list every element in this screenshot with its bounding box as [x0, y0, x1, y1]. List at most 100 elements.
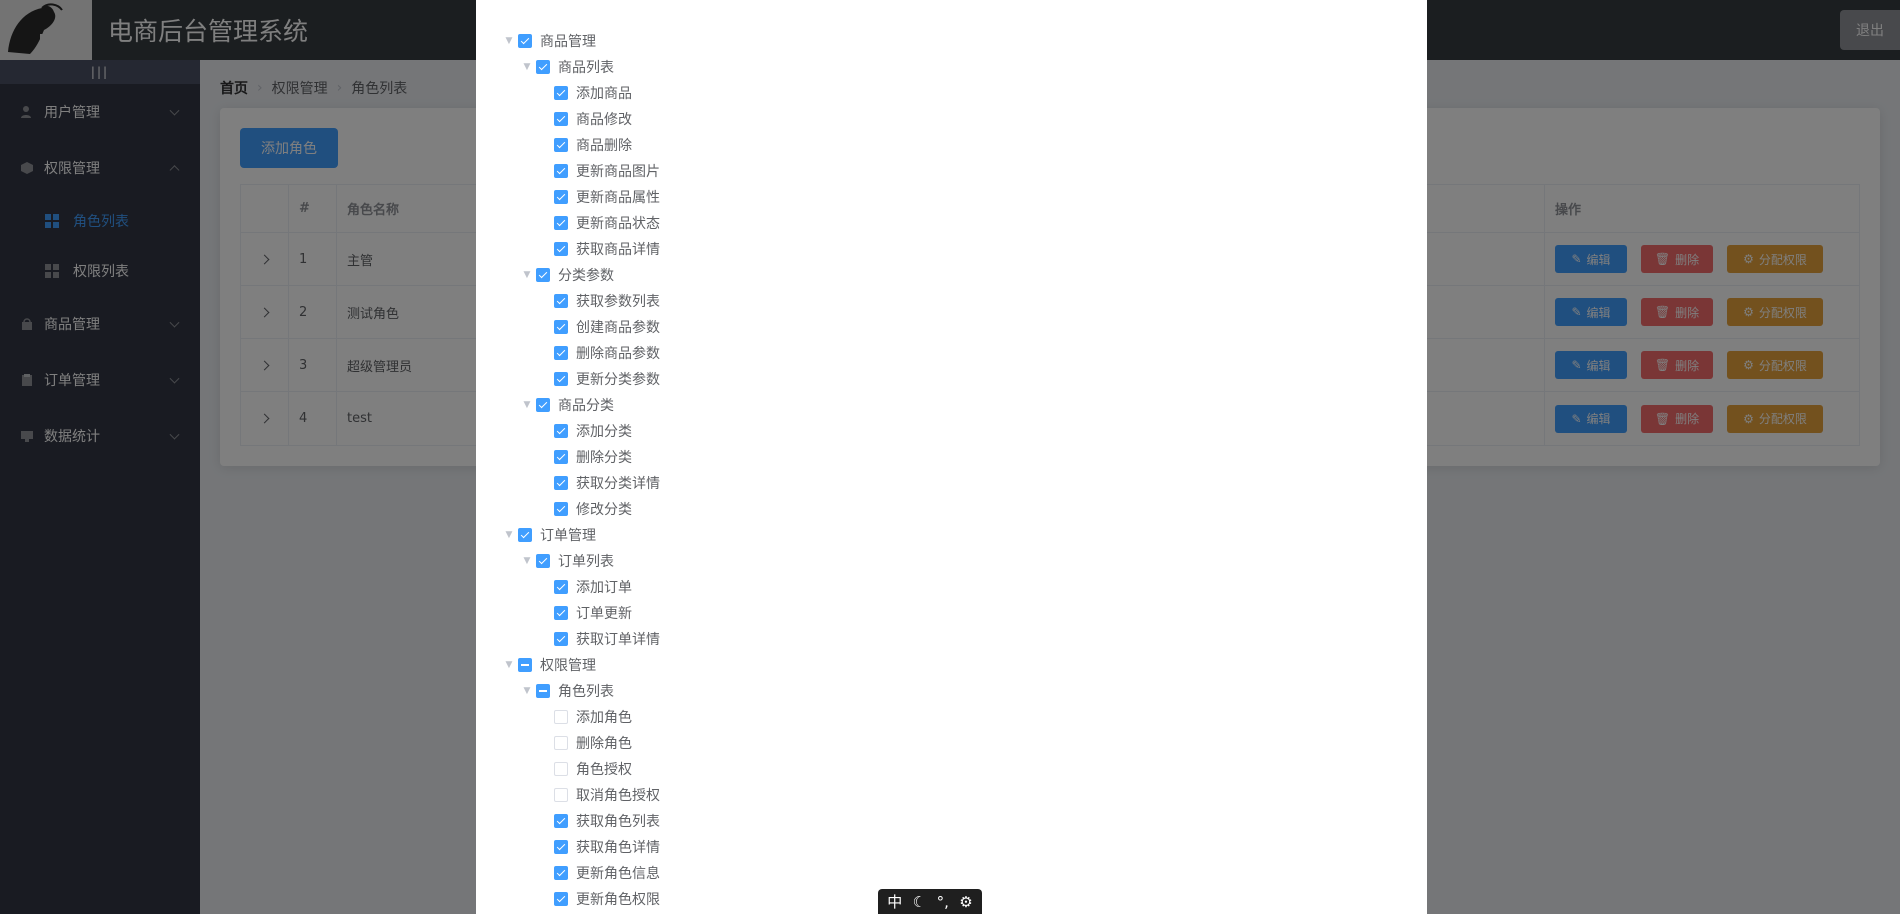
- caret-down-icon[interactable]: ▼: [500, 32, 518, 50]
- tree-node[interactable]: ▼添加商品: [500, 80, 660, 106]
- tree-node[interactable]: ▼更新商品状态: [500, 210, 660, 236]
- tree-checkbox[interactable]: [518, 34, 532, 48]
- caret-down-icon[interactable]: ▼: [518, 396, 536, 414]
- tree-node[interactable]: ▼更新商品属性: [500, 184, 660, 210]
- tree-checkbox[interactable]: [554, 164, 568, 178]
- tree-node[interactable]: ▼ 订单列表: [500, 548, 660, 574]
- tree-node[interactable]: ▼添加角色: [500, 704, 660, 730]
- tree-node[interactable]: ▼创建商品参数: [500, 314, 660, 340]
- tree-checkbox[interactable]: [554, 606, 568, 620]
- caret-down-icon[interactable]: ▼: [518, 682, 536, 700]
- tree-node-label: 获取参数列表: [576, 294, 660, 310]
- tree-node[interactable]: ▼获取参数列表: [500, 288, 660, 314]
- tree-node-label: 订单列表: [558, 554, 614, 570]
- tree-node[interactable]: ▼更新分类参数: [500, 366, 660, 392]
- tree-checkbox[interactable]: [554, 736, 568, 750]
- tree-node[interactable]: ▼ 分类参数: [500, 262, 660, 288]
- tree-node-label: 权限管理: [540, 658, 596, 674]
- tree-node[interactable]: ▼添加分类: [500, 418, 660, 444]
- tree-node[interactable]: ▼更新商品图片: [500, 158, 660, 184]
- tree-node[interactable]: ▼获取分类详情: [500, 470, 660, 496]
- tree-checkbox[interactable]: [554, 502, 568, 516]
- tree-node[interactable]: ▼ 权限管理: [500, 652, 660, 678]
- tree-checkbox[interactable]: [536, 60, 550, 74]
- tree-node[interactable]: ▼获取订单详情: [500, 626, 660, 652]
- tree-node[interactable]: ▼删除分类: [500, 444, 660, 470]
- tree-node-label: 角色列表: [558, 684, 614, 700]
- tree-node[interactable]: ▼ 商品列表: [500, 54, 660, 80]
- tree-node[interactable]: ▼获取角色列表: [500, 808, 660, 834]
- caret-down-icon[interactable]: ▼: [518, 58, 536, 76]
- tree-checkbox[interactable]: [554, 710, 568, 724]
- tree-node[interactable]: ▼商品删除: [500, 132, 660, 158]
- tree-checkbox[interactable]: [536, 684, 550, 698]
- tree-checkbox[interactable]: [554, 372, 568, 386]
- tree-checkbox[interactable]: [554, 814, 568, 828]
- tree-node-label: 更新角色权限: [576, 892, 660, 908]
- tree-checkbox[interactable]: [536, 554, 550, 568]
- tree-node-label: 更新商品属性: [576, 190, 660, 206]
- tree-checkbox[interactable]: [554, 294, 568, 308]
- tree-node-label: 获取角色列表: [576, 814, 660, 830]
- ime-language-toggle[interactable]: 中: [887, 891, 902, 912]
- tree-node[interactable]: ▼更新角色权限: [500, 886, 660, 912]
- tree-checkbox[interactable]: [554, 216, 568, 230]
- tree-node[interactable]: ▼ 商品管理: [500, 28, 660, 54]
- caret-down-icon[interactable]: ▼: [500, 656, 518, 674]
- tree-node[interactable]: ▼ 订单管理: [500, 522, 660, 548]
- tree-checkbox[interactable]: [554, 866, 568, 880]
- tree-node-label: 删除商品参数: [576, 346, 660, 362]
- assign-permissions-dialog: ▼商品管理▼商品列表▼添加商品▼商品修改▼商品删除▼更新商品图片▼更新商品属性▼…: [476, 0, 1427, 914]
- tree-node-label: 订单更新: [576, 606, 632, 622]
- moon-icon[interactable]: ☾: [913, 893, 926, 911]
- tree-node[interactable]: ▼修改分类: [500, 496, 660, 522]
- tree-checkbox[interactable]: [554, 892, 568, 906]
- tree-node[interactable]: ▼获取角色详情: [500, 834, 660, 860]
- tree-checkbox[interactable]: [554, 424, 568, 438]
- caret-down-icon[interactable]: ▼: [518, 552, 536, 570]
- tree-node[interactable]: ▼角色授权: [500, 756, 660, 782]
- tree-node-label: 商品删除: [576, 138, 632, 154]
- tree-checkbox[interactable]: [536, 398, 550, 412]
- caret-down-icon[interactable]: ▼: [500, 526, 518, 544]
- tree-node[interactable]: ▼获取商品详情: [500, 236, 660, 262]
- punctuation-icon[interactable]: °,: [937, 893, 949, 911]
- tree-checkbox[interactable]: [554, 450, 568, 464]
- tree-node[interactable]: ▼取消角色授权: [500, 782, 660, 808]
- tree-node-label: 商品列表: [558, 60, 614, 76]
- tree-node-label: 角色授权: [576, 762, 632, 778]
- tree-checkbox[interactable]: [518, 528, 532, 542]
- tree-checkbox[interactable]: [554, 632, 568, 646]
- tree-checkbox[interactable]: [554, 138, 568, 152]
- tree-node[interactable]: ▼订单更新: [500, 600, 660, 626]
- tree-node-label: 删除分类: [576, 450, 632, 466]
- tree-checkbox[interactable]: [536, 268, 550, 282]
- tree-node[interactable]: ▼删除商品参数: [500, 340, 660, 366]
- tree-node-label: 添加分类: [576, 424, 632, 440]
- tree-node-label: 分类参数: [558, 268, 614, 284]
- tree-node-label: 获取分类详情: [576, 476, 660, 492]
- tree-checkbox[interactable]: [554, 190, 568, 204]
- tree-node[interactable]: ▼ 商品分类: [500, 392, 660, 418]
- tree-checkbox[interactable]: [554, 242, 568, 256]
- tree-node-label: 删除角色: [576, 736, 632, 752]
- tree-checkbox[interactable]: [554, 320, 568, 334]
- tree-node-label: 更新分类参数: [576, 372, 660, 388]
- tree-node[interactable]: ▼删除角色: [500, 730, 660, 756]
- tree-checkbox[interactable]: [554, 86, 568, 100]
- tree-checkbox[interactable]: [554, 762, 568, 776]
- tree-checkbox[interactable]: [554, 580, 568, 594]
- tree-checkbox[interactable]: [554, 788, 568, 802]
- tree-checkbox[interactable]: [554, 346, 568, 360]
- tree-checkbox[interactable]: [554, 112, 568, 126]
- tree-node[interactable]: ▼添加订单: [500, 574, 660, 600]
- tree-checkbox[interactable]: [554, 476, 568, 490]
- gear-icon[interactable]: ⚙: [959, 893, 972, 911]
- tree-checkbox[interactable]: [554, 840, 568, 854]
- caret-down-icon[interactable]: ▼: [518, 266, 536, 284]
- tree-node[interactable]: ▼ 角色列表: [500, 678, 660, 704]
- tree-checkbox[interactable]: [518, 658, 532, 672]
- tree-node-label: 取消角色授权: [576, 788, 660, 804]
- tree-node[interactable]: ▼更新角色信息: [500, 860, 660, 886]
- tree-node[interactable]: ▼商品修改: [500, 106, 660, 132]
